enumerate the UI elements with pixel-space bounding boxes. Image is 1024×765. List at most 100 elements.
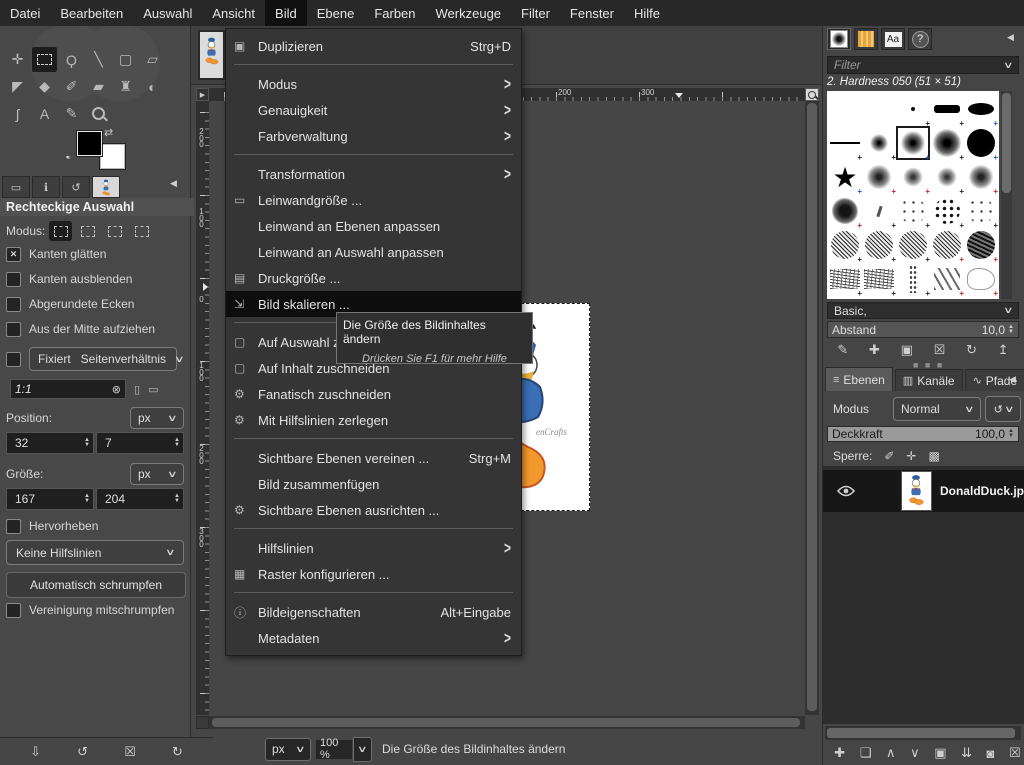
menubar-item-datei[interactable]: Datei [0,0,50,26]
horizontal-scrollbar[interactable] [209,716,805,729]
menubar-item-bild[interactable]: Bild [265,0,307,26]
delete-layer-icon[interactable]: ☒ [1009,745,1021,761]
paintbrush-tool-icon[interactable]: ✐ [59,74,84,99]
tab-undo-history[interactable]: ↺ [62,176,90,198]
brush-swatch-20[interactable] [828,228,862,262]
menubar-item-farben[interactable]: Farben [364,0,425,26]
default-colors-icon[interactable]: ▪▫ [66,152,68,162]
menu-item-farbverwaltung[interactable]: Farbverwaltung> [226,123,521,149]
save-tool-preset-icon[interactable]: ⇩ [30,744,41,760]
position-y-input[interactable]: 7 ▲▼ [96,432,184,454]
collapse-right-dock-icon[interactable]: ◀ [1007,32,1014,43]
menubar-item-fenster[interactable]: Fenster [560,0,624,26]
tab-brushes[interactable] [827,28,851,50]
antialias-checkbox[interactable] [6,247,21,262]
brush-grid-scrollbar[interactable] [1001,91,1012,299]
vertical-ruler[interactable]: 2001000100200300 [196,101,209,715]
opacity-slider[interactable]: Deckkraft 100,0 ▲▼ [827,426,1019,442]
path-tool-icon[interactable]: ʃ [5,101,30,126]
menubar-item-werkzeuge[interactable]: Werkzeuge [426,0,512,26]
tab-tool-options[interactable]: ▭ [2,176,30,198]
brush-swatch-9[interactable] [964,126,998,160]
menu-item-metadaten[interactable]: Metadaten> [226,625,521,651]
image-tab-thumbnail[interactable] [198,30,225,80]
tab-help[interactable]: ? [908,28,932,50]
size-unit-dropdown[interactable]: px ∨ [130,463,184,485]
brush-swatch-18[interactable] [930,194,964,228]
tab-device-status[interactable]: ℹ [32,176,60,198]
brush-swatch-29[interactable] [964,262,998,296]
layer-visibility-eye-icon[interactable] [837,485,855,497]
status-zoom-dropdown[interactable]: ∨ [353,737,372,762]
restore-tool-preset-icon[interactable]: ↺ [77,744,88,760]
swap-colors-icon[interactable]: ⇄ [104,126,113,139]
unified-transform-tool-icon[interactable]: ▱ [140,47,165,72]
duplicate-layer-icon[interactable]: ▣ [934,745,946,761]
expand-from-center-checkbox[interactable] [6,322,21,337]
brush-swatch-14[interactable] [964,160,998,194]
layers-scrollbar[interactable] [825,726,1021,740]
spinner-arrows-icon[interactable]: ▲▼ [84,494,93,504]
menubar-item-ebene[interactable]: Ebene [307,0,365,26]
spinner-arrows-icon[interactable]: ▲▼ [174,438,183,448]
foreground-color-swatch[interactable] [77,131,102,156]
scrollbar-thumb[interactable] [212,718,800,727]
color-picker-tool-icon[interactable]: ✎ [59,101,84,126]
brush-swatch-2[interactable] [896,92,930,126]
brush-set-dropdown[interactable]: Basic, ∨ [827,302,1019,319]
new-layer-icon[interactable]: ✚ [834,745,845,761]
menubar-item-hilfe[interactable]: Hilfe [624,0,670,26]
spinner-arrows-icon[interactable]: ▲▼ [1008,325,1014,335]
spinner-arrows-icon[interactable]: ▲▼ [1008,429,1014,439]
rectangle-select-tool-icon[interactable] [32,47,57,72]
layer-mode-dropdown[interactable]: Normal ∨ [893,397,981,421]
open-brush-as-image-icon[interactable]: ↥ [998,342,1009,358]
shrink-merged-checkbox[interactable] [6,603,21,618]
dodge-burn-tool-icon[interactable]: ◐ [140,74,165,99]
menubar-item-bearbeiten[interactable]: Bearbeiten [50,0,133,26]
rounded-corners-checkbox[interactable] [6,297,21,312]
brush-swatch-19[interactable] [964,194,998,228]
fixed-checkbox[interactable] [6,352,21,367]
brush-swatch-25[interactable] [828,262,862,296]
brush-swatch-13[interactable] [930,160,964,194]
auto-shrink-button[interactable]: Automatisch schrumpfen [6,572,186,598]
scissors-select-tool-icon[interactable]: ╲ [86,47,111,72]
status-zoom-value[interactable]: 100 % [315,739,353,760]
navigation-corner-box[interactable] [196,716,209,729]
fixed-dropdown[interactable]: Fixiert Seitenverhältnis ∨ [29,347,177,371]
menu-item-genauigkeit[interactable]: Genauigkeit> [226,97,521,123]
menubar-item-auswahl[interactable]: Auswahl [133,0,202,26]
brush-swatch-3[interactable] [930,92,964,126]
menu-item-hilfslinien[interactable]: Hilfslinien> [226,535,521,561]
collapse-layers-dock-icon[interactable]: ◀ [1009,374,1016,385]
menu-item-sichtbare-ebenen-vereinen[interactable]: Sichtbare Ebenen vereinen ...Strg+M [226,445,521,471]
crop-tool-icon[interactable]: ▢ [113,47,138,72]
brush-swatch-27[interactable] [896,262,930,296]
menu-item-bild-zusammenfügen[interactable]: Bild zusammenfügen [226,471,521,497]
menu-item-transformation[interactable]: Transformation> [226,161,521,187]
edit-brush-icon[interactable]: ✎ [837,342,848,358]
brush-filter-input[interactable]: Filter ∨ [827,56,1019,74]
add-mask-icon[interactable]: ◙ [987,746,995,761]
lock-position-icon[interactable]: ✛ [906,449,916,463]
brush-swatch-28[interactable] [930,262,964,296]
scrollbar-thumb[interactable] [827,728,1015,738]
brush-swatch-23[interactable] [930,228,964,262]
zoom-tool-icon[interactable] [86,101,111,126]
duplicate-brush-icon[interactable]: ▣ [901,342,913,358]
menu-item-leinwandgröße[interactable]: ▭Leinwandgröße ... [226,187,521,213]
collapse-left-dock-icon[interactable]: ◀ [170,178,177,189]
lock-pixels-icon[interactable]: ✐ [884,449,894,463]
brush-spacing-slider[interactable]: Abstand 10,0 ▲▼ [827,321,1019,338]
new-brush-icon[interactable]: ✚ [869,342,880,358]
brush-swatch-6[interactable] [862,126,896,160]
brush-swatch-16[interactable] [862,194,896,228]
menu-item-leinwand-an-ebenen-anpassen[interactable]: Leinwand an Ebenen anpassen [226,213,521,239]
tab-fonts[interactable]: Aa [881,28,905,50]
clone-tool-icon[interactable]: ♜ [113,74,138,99]
tab-layers[interactable]: ≡Ebenen [825,367,893,391]
vertical-scrollbar[interactable] [805,101,819,715]
bucket-fill-tool-icon[interactable]: ◆ [32,74,57,99]
size-height-input[interactable]: 204 ▲▼ [96,488,184,510]
